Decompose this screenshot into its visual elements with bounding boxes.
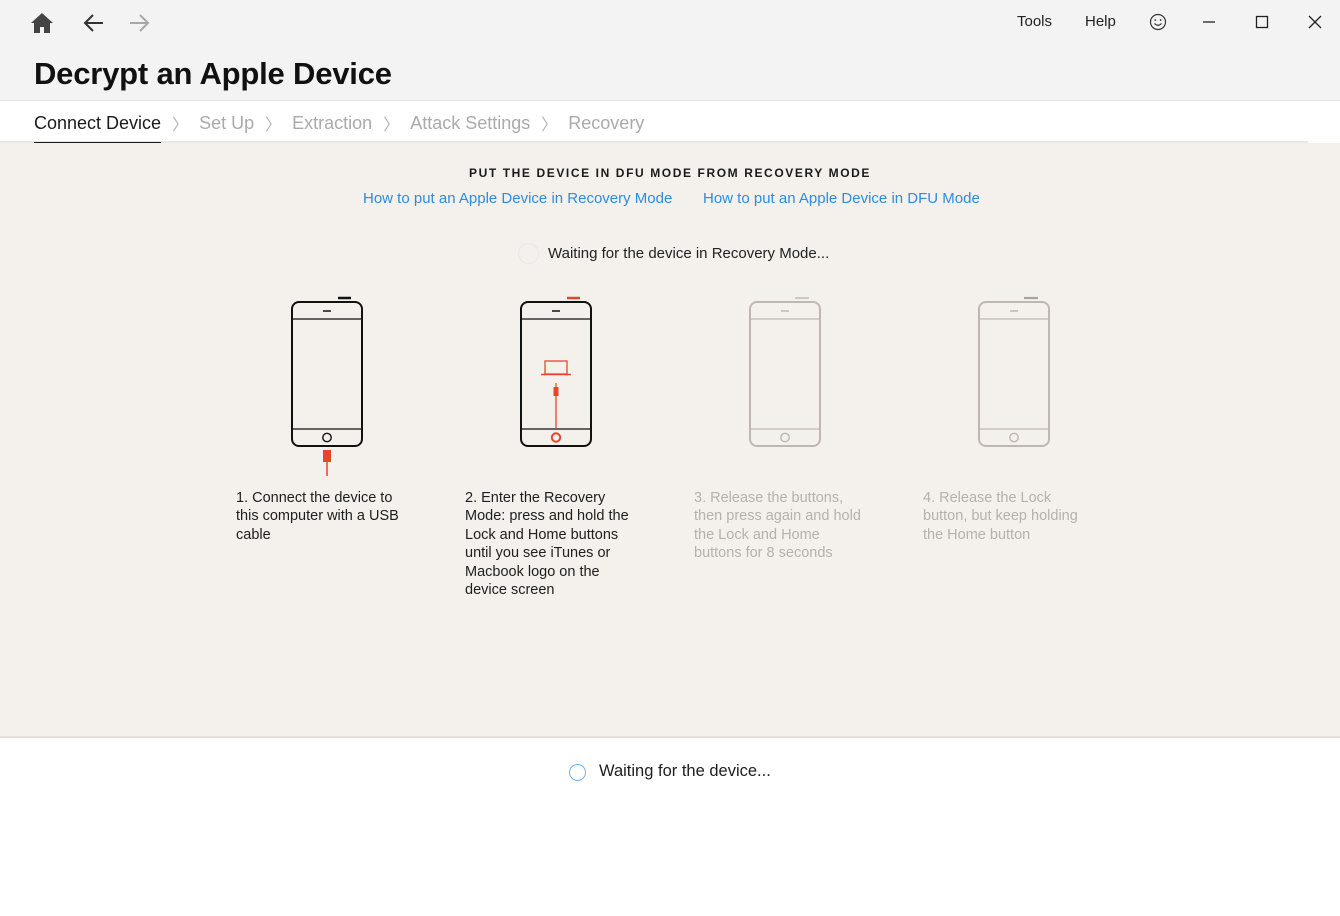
- phone-outline-icon: [749, 297, 821, 447]
- close-icon: [1308, 15, 1322, 29]
- step-separator: 〉: [172, 117, 189, 134]
- step-separator: 〉: [383, 117, 400, 134]
- dfu-mode-help-link[interactable]: How to put an Apple Device in DFU Mode: [703, 190, 980, 207]
- minimize-icon: [1203, 21, 1215, 23]
- back-button[interactable]: [79, 8, 109, 38]
- step-separator: 〉: [265, 117, 282, 134]
- close-button[interactable]: [1299, 6, 1331, 38]
- cable-connector-icon: [553, 383, 559, 429]
- phone-step-2-illustration: [520, 296, 592, 447]
- feedback-button[interactable]: [1142, 6, 1174, 38]
- phone-step-4-illustration: [978, 296, 1050, 447]
- phone-outline-icon: [978, 296, 1050, 447]
- recovery-mode-help-link[interactable]: How to put an Apple Device in Recovery M…: [363, 190, 672, 207]
- recovery-wait-text: Waiting for the device in Recovery Mode.…: [548, 245, 830, 262]
- arrow-left-icon: [83, 14, 103, 32]
- loading-spinner-icon: [569, 764, 586, 781]
- step-recovery[interactable]: Recovery: [568, 113, 644, 134]
- forward-button[interactable]: [124, 8, 154, 38]
- home-button[interactable]: [27, 8, 57, 38]
- device-wait-text: Waiting for the device...: [599, 761, 771, 780]
- macbook-logo-icon: [541, 360, 571, 376]
- instruction-step-4: 4. Release the Lock button, but keep hol…: [923, 490, 1078, 543]
- arrow-right-icon: [130, 14, 150, 32]
- phone-outline-icon: [291, 296, 363, 447]
- step-connect-device[interactable]: Connect Device: [34, 113, 162, 145]
- smiley-icon: [1149, 13, 1167, 31]
- step-set-up[interactable]: Set Up: [199, 113, 254, 134]
- minimize-button[interactable]: [1193, 6, 1225, 38]
- page-title: Decrypt an Apple Device: [34, 56, 392, 91]
- title-bar: Tools Help Decrypt an Apple Device: [0, 0, 1340, 101]
- home-icon: [31, 13, 53, 33]
- maximize-icon: [1255, 15, 1269, 29]
- tools-menu[interactable]: Tools: [1017, 13, 1052, 30]
- loading-spinner-icon: [518, 243, 539, 264]
- phone-step-1-illustration: [291, 296, 363, 476]
- usb-cable-icon: [323, 450, 331, 476]
- maximize-button[interactable]: [1246, 6, 1278, 38]
- phone-step-3-illustration: [749, 297, 821, 447]
- wizard-steps: Connect Device 〉 Set Up 〉 Extraction 〉 A…: [34, 111, 644, 145]
- instructions-panel: PUT THE DEVICE IN DFU MODE FROM RECOVERY…: [0, 143, 1340, 738]
- section-heading: PUT THE DEVICE IN DFU MODE FROM RECOVERY…: [468, 166, 872, 180]
- help-menu[interactable]: Help: [1085, 13, 1116, 30]
- instruction-step-1: 1. Connect the device to this computer w…: [236, 490, 399, 543]
- step-attack-settings[interactable]: Attack Settings: [410, 113, 530, 134]
- recovery-wait-status: Waiting for the device in Recovery Mode.…: [518, 243, 829, 264]
- step-separator: 〉: [541, 117, 558, 134]
- step-extraction[interactable]: Extraction: [292, 113, 372, 134]
- instruction-step-2: 2. Enter the Recovery Mode: press and ho…: [465, 490, 629, 599]
- device-wait-status: Waiting for the device...: [569, 761, 771, 781]
- instruction-step-3: 3. Release the buttons, then press again…: [694, 490, 861, 562]
